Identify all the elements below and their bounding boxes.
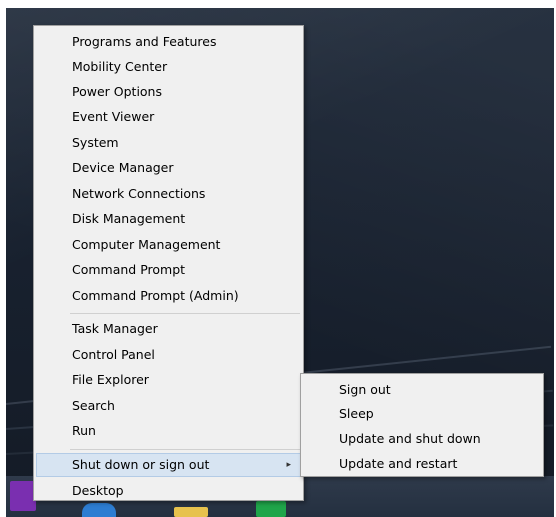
menu-item-shut-down-or-sign-out[interactable]: Shut down or sign out ▸ — [36, 453, 302, 477]
menu-item-mobility-center[interactable]: Mobility Center — [36, 55, 302, 79]
menu-item-network-connections[interactable]: Network Connections — [36, 182, 302, 206]
quick-link-menu: Programs and Features Mobility Center Po… — [33, 25, 304, 501]
shut-down-label: Shut down or sign out — [72, 457, 210, 472]
menu-separator — [70, 313, 300, 314]
menu-item-programs-and-features[interactable]: Programs and Features — [36, 30, 302, 54]
menu-item-power-options[interactable]: Power Options — [36, 80, 302, 104]
menu-item-search[interactable]: Search — [36, 394, 302, 418]
menu-item-command-prompt[interactable]: Command Prompt — [36, 258, 302, 282]
file-explorer-icon[interactable] — [174, 507, 208, 517]
menu-item-event-viewer[interactable]: Event Viewer — [36, 105, 302, 129]
menu-item-task-manager[interactable]: Task Manager — [36, 317, 302, 341]
store-icon[interactable] — [256, 501, 286, 517]
menu-item-file-explorer[interactable]: File Explorer — [36, 368, 302, 392]
menu-item-run[interactable]: Run — [36, 419, 302, 443]
submenu-item-sleep[interactable]: Sleep — [303, 402, 541, 426]
menu-item-desktop[interactable]: Desktop — [36, 479, 302, 503]
menu-item-disk-management[interactable]: Disk Management — [36, 207, 302, 231]
menu-item-command-prompt-admin[interactable]: Command Prompt (Admin) — [36, 284, 302, 308]
submenu-item-sign-out[interactable]: Sign out — [303, 378, 541, 402]
shut-down-submenu: Sign out Sleep Update and shut down Upda… — [300, 373, 544, 477]
submenu-item-update-and-restart[interactable]: Update and restart — [303, 452, 541, 476]
menu-item-device-manager[interactable]: Device Manager — [36, 156, 302, 180]
internet-explorer-icon[interactable] — [82, 503, 116, 517]
menu-item-control-panel[interactable]: Control Panel — [36, 343, 302, 367]
chevron-right-icon: ▸ — [286, 460, 291, 470]
menu-item-system[interactable]: System — [36, 131, 302, 155]
submenu-item-update-and-shut-down[interactable]: Update and shut down — [303, 427, 541, 451]
menu-separator — [70, 449, 300, 450]
menu-item-computer-management[interactable]: Computer Management — [36, 233, 302, 257]
